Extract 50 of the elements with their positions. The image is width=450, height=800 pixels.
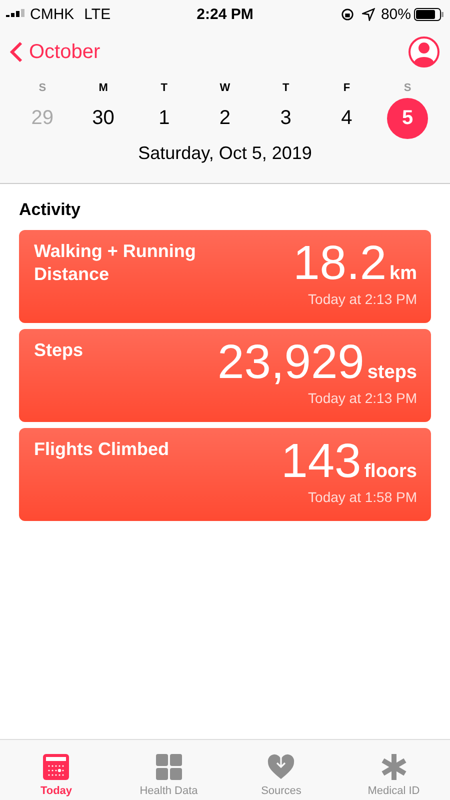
calendar-day[interactable]: 1 [144, 98, 185, 139]
calendar-day[interactable]: 2 [204, 98, 246, 139]
activity-card[interactable]: Flights Climbed 143 floors Today at 1:58 PM [19, 428, 431, 521]
card-title: Steps [34, 339, 84, 362]
asterisk-icon [380, 753, 408, 781]
card-title: Walking + Running Distance [34, 240, 197, 286]
tab-item[interactable]: Sources [225, 740, 338, 800]
back-link[interactable]: October [10, 40, 100, 64]
weekday-label: T [160, 82, 168, 94]
battery-icon [414, 8, 444, 20]
heart-download-icon [267, 753, 296, 781]
network-type: LTE [84, 6, 111, 22]
status-time: 2:24 PM [196, 6, 254, 22]
grid-icon [154, 753, 183, 781]
card-value: 23,929 [218, 335, 364, 390]
card-time: Today at 1:58 PM [308, 489, 417, 505]
weekday-label: M [98, 82, 108, 94]
card-value: 143 [281, 434, 362, 489]
weekday-label: F [343, 82, 350, 94]
card-unit: floors [364, 461, 417, 483]
card-unit: km [390, 263, 417, 285]
card-time: Today at 2:13 PM [308, 390, 417, 406]
card-value: 18.2 [293, 236, 387, 291]
card-title: Flights Climbed [34, 438, 170, 461]
card-time: Today at 2:13 PM [308, 291, 417, 307]
tab-item[interactable]: Health Data [112, 740, 225, 800]
section-title: Activity [19, 200, 82, 220]
location-arrow-icon [362, 8, 375, 20]
activity-card[interactable]: Walking + Running Distance 18.2 km Today at 2:13 PM [19, 230, 431, 323]
carrier-name: CMHK [30, 6, 74, 22]
rotation-lock-icon [340, 8, 354, 20]
selected-date: Saturday, Oct 5, 2019 [137, 143, 313, 164]
calendar-day[interactable]: 3 [265, 98, 306, 139]
calendar-day[interactable]: 30 [82, 98, 124, 139]
calendar-day[interactable]: 29 [22, 98, 63, 139]
chevron-left-icon [10, 41, 23, 63]
profile-icon[interactable] [408, 36, 440, 68]
calendar-icon [42, 753, 70, 781]
tab-item[interactable]: Today [0, 740, 112, 800]
weekday-label: T [282, 82, 290, 94]
calendar-day[interactable]: 4 [326, 98, 368, 139]
activity-card[interactable]: Steps 23,929 steps Today at 2:13 PM [19, 329, 431, 422]
battery-percent: 80% [380, 6, 411, 22]
calendar-day[interactable]: 5 [387, 98, 428, 139]
weekday-label: W [220, 82, 230, 94]
weekday-label: S [38, 82, 46, 94]
signal-icon [6, 9, 26, 19]
weekday-label: S [404, 82, 412, 94]
card-unit: steps [367, 362, 417, 384]
tab-item[interactable]: Medical ID [338, 740, 450, 800]
